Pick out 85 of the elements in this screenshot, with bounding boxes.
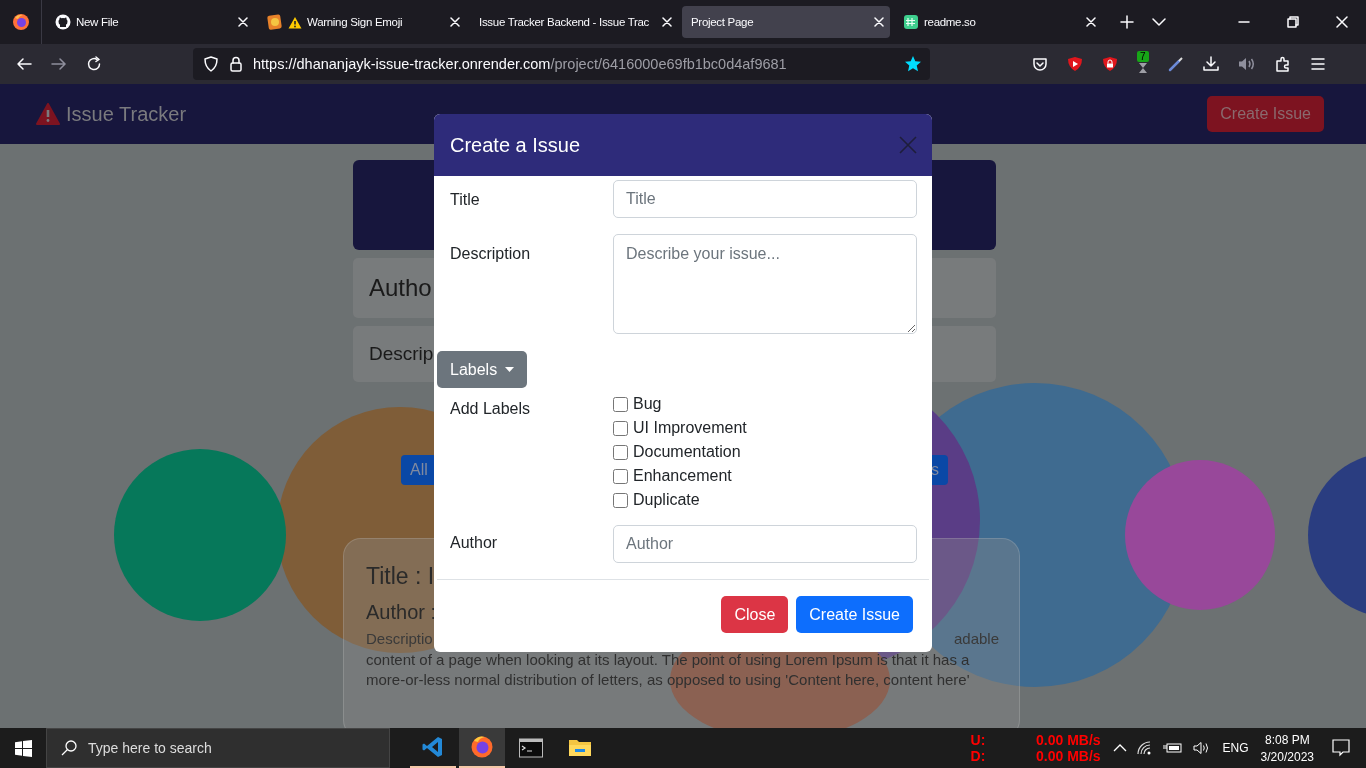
- play-shield-icon[interactable]: [1067, 56, 1083, 72]
- close-button[interactable]: Close: [721, 596, 789, 633]
- warning-icon: [288, 15, 302, 29]
- chevron-up-icon[interactable]: [1112, 743, 1127, 753]
- description-field[interactable]: Describe your issue...: [613, 234, 917, 334]
- wifi-icon[interactable]: [1136, 741, 1153, 755]
- info-text: Descrip: [369, 343, 434, 365]
- forward-icon: [51, 56, 67, 72]
- tab-title: Project Page: [691, 16, 755, 28]
- issue-description: content of a page when looking at its layout. The point of using Lorem Ipsum is that it has a more-or-less normal distribution of letters, as opposed to using 'Content here, content here': [366, 650, 971, 689]
- field-label: Description: [450, 244, 532, 263]
- field-label: Title: [450, 190, 481, 209]
- checkbox-label: UI Improvement: [633, 419, 747, 437]
- issue-title: Title : I: [366, 563, 435, 591]
- net-label: D:: [970, 748, 986, 764]
- chevron-down-icon[interactable]: [1152, 15, 1166, 29]
- issue-author: Author :: [366, 600, 437, 625]
- caret-icon: [505, 367, 515, 372]
- net-speed: 0.00 MB/s: [1036, 732, 1101, 748]
- extension-badge: 7: [1137, 51, 1149, 62]
- dropper-icon[interactable]: [1167, 56, 1184, 72]
- issue-description: Descriptio: [366, 630, 433, 647]
- volume-icon[interactable]: [1192, 741, 1211, 755]
- browser-tab[interactable]: readme.so: [894, 6, 1102, 38]
- speaker-icon[interactable]: [1237, 56, 1256, 72]
- terminal-icon: [519, 736, 543, 760]
- firefox-icon[interactable]: [11, 13, 30, 31]
- checkbox-label: Bug: [633, 395, 662, 413]
- checkbox[interactable]: [613, 444, 628, 460]
- lock-shield-icon[interactable]: [1102, 56, 1118, 72]
- lock-icon: [229, 56, 243, 72]
- restore-icon[interactable]: [1287, 16, 1299, 28]
- checkbox-label: Enhancement: [633, 467, 732, 485]
- create-issue-button[interactable]: Create Issue: [796, 596, 913, 633]
- net-label: U:: [970, 732, 986, 748]
- tab-title: Issue Tracker Backend - Issue Trac: [479, 16, 651, 28]
- labels-dropdown-button[interactable]: Labels: [437, 351, 528, 388]
- github-icon: [55, 14, 71, 30]
- brand-name[interactable]: Issue Tracker: [66, 102, 187, 126]
- language-indicator[interactable]: ENG: [1222, 741, 1249, 755]
- text-field[interactable]: Title: [613, 180, 917, 218]
- reload-icon[interactable]: [86, 56, 102, 72]
- checkbox[interactable]: [613, 396, 628, 412]
- plus-icon[interactable]: [1120, 15, 1134, 29]
- pocket-icon[interactable]: [1032, 56, 1048, 72]
- shield-icon: [203, 56, 219, 72]
- address-bar[interactable]: https://dhananjayk-issue-tracker.onrender.com/project/6416000e69fb1bc0d4af9681: [193, 48, 930, 80]
- checkbox[interactable]: [613, 420, 628, 436]
- clock-date[interactable]: 3/20/2023: [1260, 749, 1314, 764]
- notification-icon[interactable]: [1332, 739, 1350, 757]
- browser-tab[interactable]: Issue Tracker Backend - Issue Trac: [470, 6, 678, 38]
- url-text: https://dhananjayk-issue-tracker.onrender.com/project/6416000e69fb1bc0d4af9681: [253, 56, 788, 72]
- tab-title: New File: [76, 16, 120, 28]
- battery-icon[interactable]: [1162, 742, 1183, 754]
- puzzle-icon[interactable]: [1274, 56, 1291, 72]
- info-text: Autho: [369, 274, 432, 302]
- firefox-icon: [470, 735, 494, 759]
- author-field[interactable]: Author: [613, 525, 917, 563]
- tab-title: readme.so: [924, 16, 977, 28]
- tab-title: Warning Sign Emoji: [307, 16, 404, 28]
- star-icon[interactable]: [904, 55, 922, 73]
- checkbox[interactable]: [613, 468, 628, 484]
- browser-tab[interactable]: Warning Sign Emoji: [258, 6, 466, 38]
- net-speed: 0.00 MB/s: [1036, 748, 1101, 764]
- taskbar-search[interactable]: Type here to search: [46, 728, 390, 768]
- warning-icon: [36, 103, 60, 125]
- menu-icon[interactable]: [1309, 56, 1326, 72]
- back-icon[interactable]: [16, 56, 32, 72]
- clock-time[interactable]: 8:08 PM: [1264, 732, 1310, 747]
- field-label: Author: [450, 533, 499, 552]
- download-icon[interactable]: [1202, 56, 1219, 72]
- search-icon: [61, 740, 77, 756]
- code-editor-icon: [421, 735, 445, 759]
- browser-tab[interactable]: New File: [46, 6, 254, 38]
- issue-description: adable: [953, 630, 999, 647]
- browser-tab[interactable]: Project Page: [682, 6, 890, 38]
- checkbox[interactable]: [613, 492, 628, 508]
- taskbar-app[interactable]: [459, 728, 505, 768]
- windows-icon[interactable]: [15, 739, 32, 757]
- hourglass-icon[interactable]: [1137, 63, 1148, 73]
- modal-title: Create a Issue: [450, 133, 581, 157]
- field-label: Add Labels: [450, 399, 532, 418]
- checkbox-label: Duplicate: [633, 491, 700, 509]
- grid-icon: [903, 14, 919, 30]
- checkbox-label: Documentation: [633, 443, 741, 461]
